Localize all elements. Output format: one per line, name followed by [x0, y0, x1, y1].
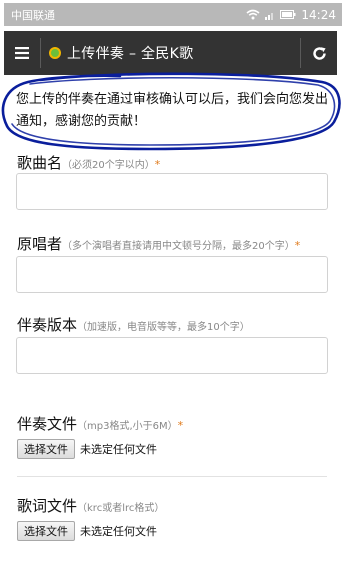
song-name-label: 歌曲名（必须20个字以内）* [17, 152, 160, 173]
accompaniment-file-status: 未选定任何文件 [80, 443, 157, 456]
version-label: 伴奏版本（加速版，电音版等等，最多10个字） [17, 314, 250, 335]
clock: 14:24 [301, 7, 336, 22]
lyrics-file-status: 未选定任何文件 [80, 525, 157, 538]
accompaniment-file-picker: 选择文件 未选定任何文件 [17, 439, 157, 459]
battery-icon [280, 10, 296, 19]
accompaniment-file-label-text: 伴奏文件 [17, 415, 78, 433]
wifi-icon [246, 9, 260, 20]
lyrics-file-hint: （krc或者lrc格式） [77, 503, 165, 514]
refresh-icon [312, 46, 326, 60]
required-mark: * [294, 239, 301, 252]
version-input[interactable] [16, 337, 328, 374]
lyrics-file-label: 歌词文件（krc或者lrc格式） [17, 495, 164, 516]
version-label-text: 伴奏版本 [17, 316, 78, 334]
app-bar: 上传伴奏 – 全民K歌 [4, 31, 337, 75]
required-mark: * [154, 158, 161, 171]
original-singer-label-text: 原唱者 [17, 235, 63, 253]
annotation-ellipse [1, 72, 341, 151]
section-divider [17, 476, 327, 477]
version-hint: （加速版，电音版等等，最多10个字） [77, 322, 250, 333]
status-icons: 14:24 [246, 8, 336, 22]
page-title: 上传伴奏 – 全民K歌 [67, 46, 194, 62]
required-mark: * [177, 419, 184, 432]
menu-button[interactable] [4, 31, 40, 75]
original-singer-label: 原唱者（多个演唱者直接请用中文顿号分隔，最多20个字）* [17, 233, 300, 254]
signal-icon [265, 12, 274, 20]
lyrics-file-picker: 选择文件 未选定任何文件 [17, 521, 157, 541]
carrier-name: 中国联通 [11, 8, 55, 22]
song-name-hint: （必须20个字以内） [62, 160, 155, 171]
song-name-label-text: 歌曲名 [17, 154, 63, 172]
accompaniment-file-label: 伴奏文件（mp3格式,小于6M）* [17, 413, 183, 434]
original-singer-hint: （多个演唱者直接请用中文顿号分隔，最多20个字） [62, 241, 295, 252]
status-bar: 中国联通 14:24 [4, 3, 342, 26]
accompaniment-file-hint: （mp3格式,小于6M） [77, 421, 178, 432]
app-coin-icon [49, 47, 61, 59]
menu-icon [15, 47, 29, 59]
song-name-input[interactable] [16, 173, 328, 210]
refresh-button[interactable] [301, 31, 337, 75]
app-bar-title-group: 上传伴奏 – 全民K歌 [41, 43, 300, 63]
lyrics-file-label-text: 歌词文件 [17, 497, 78, 515]
choose-lyrics-file-button[interactable]: 选择文件 [17, 521, 75, 541]
choose-accompaniment-file-button[interactable]: 选择文件 [17, 439, 75, 459]
original-singer-input[interactable] [16, 256, 328, 293]
